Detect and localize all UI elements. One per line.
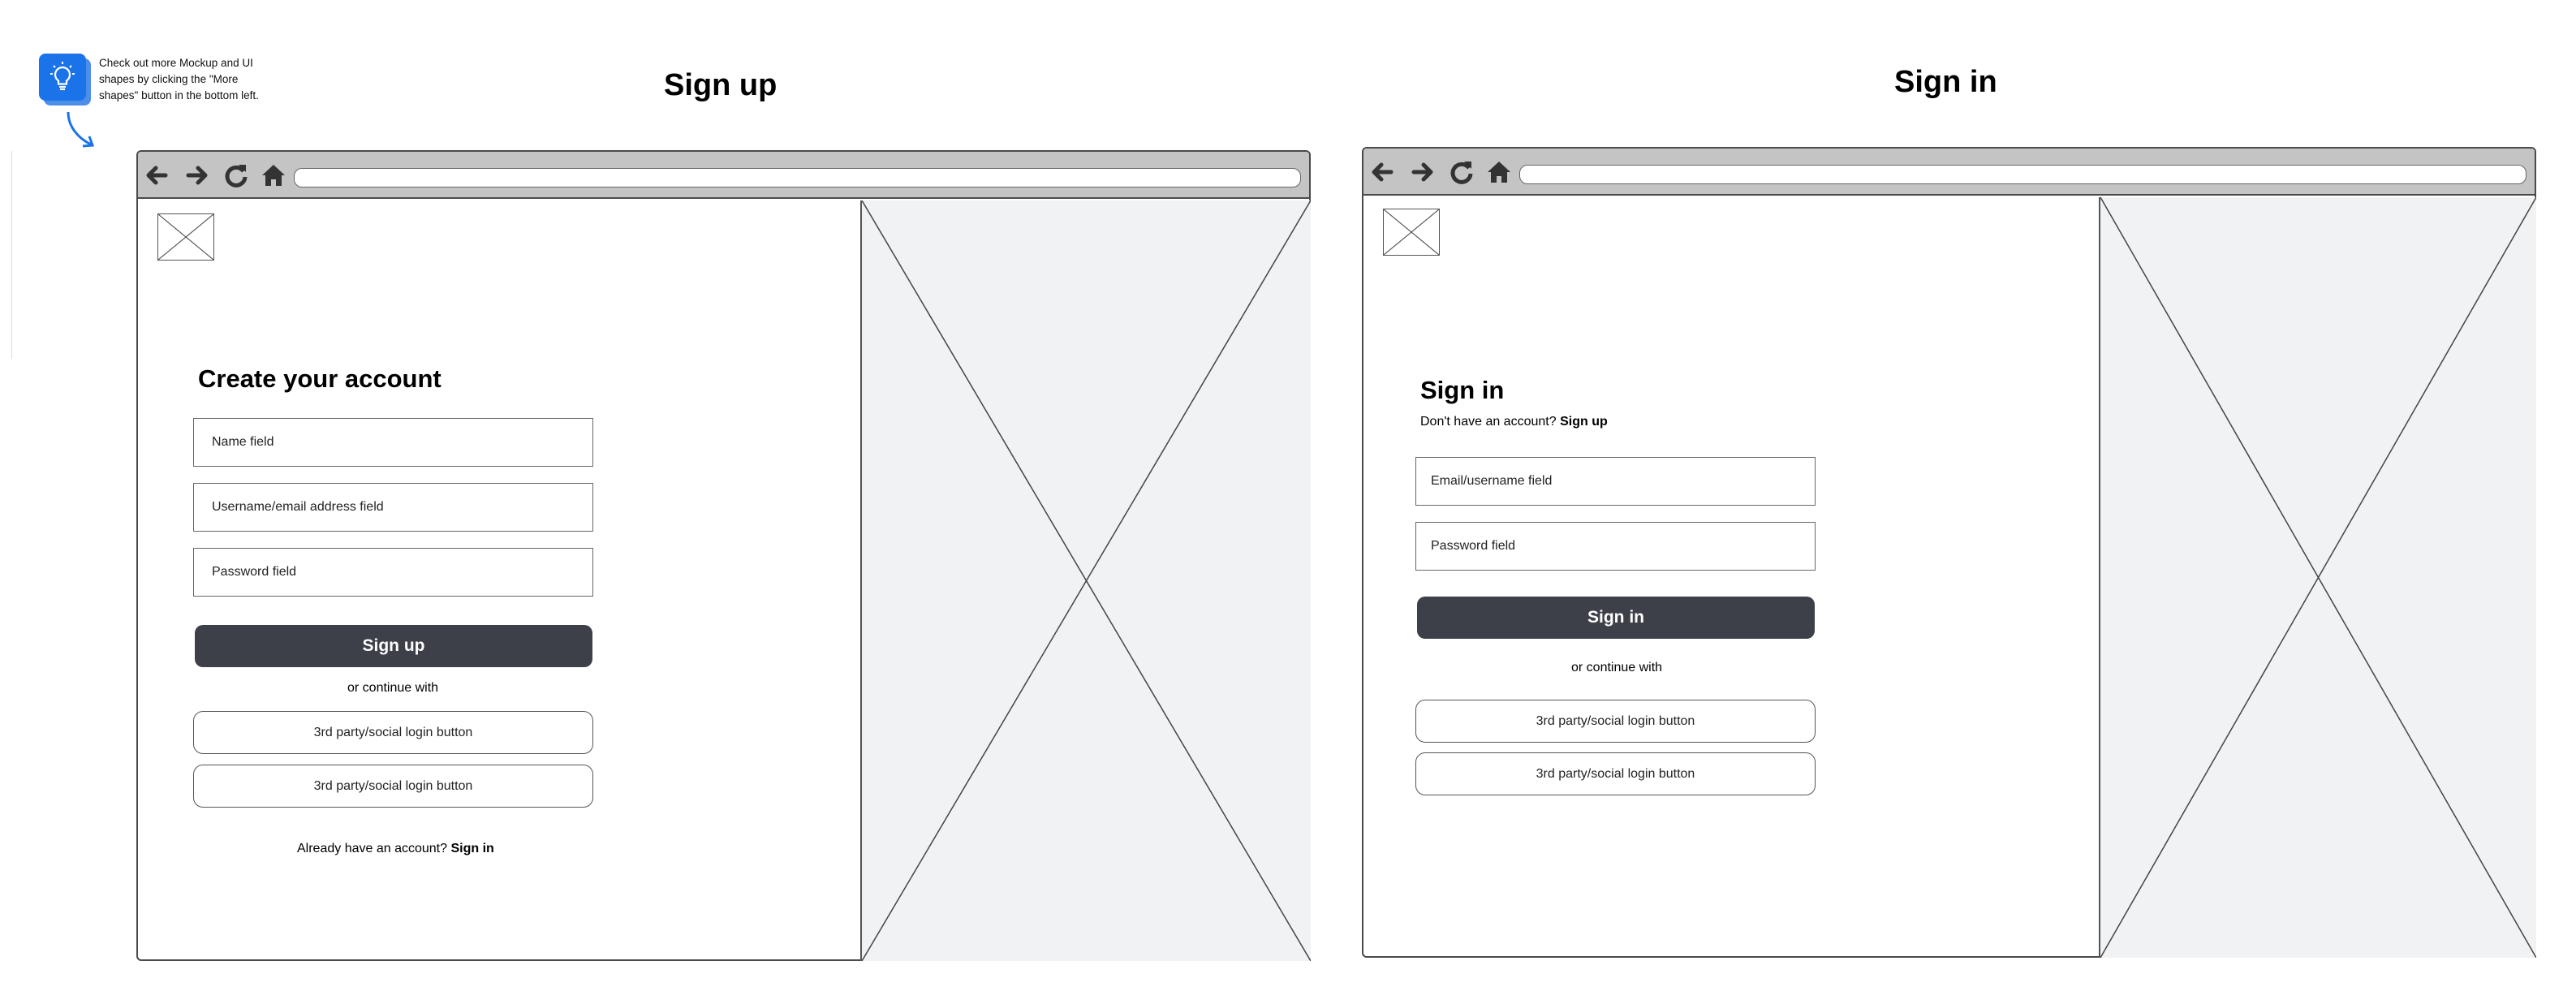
signin-button[interactable]: Sign in bbox=[1417, 597, 1815, 639]
signup-prompt-text: Don't have an account? bbox=[1420, 415, 1557, 429]
reload-icon[interactable] bbox=[1448, 158, 1475, 186]
canvas-edge-line bbox=[11, 151, 12, 359]
signup-heading: Create your account bbox=[198, 364, 442, 393]
home-icon[interactable] bbox=[1485, 158, 1513, 186]
signup-browser-window: Create your account Name field Username/… bbox=[136, 150, 1311, 961]
hero-image-placeholder bbox=[2099, 197, 2536, 958]
password-field[interactable]: Password field bbox=[1415, 522, 1816, 571]
social-login-button[interactable]: 3rd party/social login button bbox=[1415, 752, 1816, 795]
lightbulb-icon bbox=[50, 62, 75, 91]
email-username-field[interactable]: Email/username field bbox=[1415, 457, 1816, 506]
back-arrow-icon[interactable] bbox=[1368, 158, 1396, 186]
home-icon[interactable] bbox=[260, 162, 287, 189]
username-email-field[interactable]: Username/email address field bbox=[193, 483, 593, 532]
logo-placeholder bbox=[1383, 209, 1440, 256]
hero-image-placeholder bbox=[860, 200, 1311, 961]
tip-lightbulb-badge[interactable] bbox=[39, 54, 86, 101]
social-login-button[interactable]: 3rd party/social login button bbox=[193, 711, 593, 754]
signin-section-title: Sign in bbox=[1894, 65, 1997, 99]
back-arrow-icon[interactable] bbox=[143, 162, 170, 189]
social-login-button[interactable]: 3rd party/social login button bbox=[1415, 700, 1816, 743]
signup-section-title: Sign up bbox=[664, 68, 778, 102]
logo-placeholder bbox=[157, 213, 214, 261]
forward-arrow-icon[interactable] bbox=[1409, 158, 1437, 186]
password-field[interactable]: Password field bbox=[193, 548, 593, 597]
forward-arrow-icon[interactable] bbox=[183, 162, 211, 189]
signin-prompt: Already have an account? Sign in bbox=[297, 842, 494, 856]
signup-prompt: Don't have an account? Sign up bbox=[1420, 415, 1608, 429]
reload-icon[interactable] bbox=[222, 162, 250, 189]
tip-text: Check out more Mockup and UI shapes by c… bbox=[99, 57, 259, 101]
continue-with-text: or continue with bbox=[1571, 661, 1663, 674]
signup-button[interactable]: Sign up bbox=[195, 625, 592, 667]
continue-with-text: or continue with bbox=[347, 681, 439, 695]
signin-link[interactable]: Sign in bbox=[450, 842, 493, 855]
address-bar[interactable] bbox=[1519, 165, 2526, 184]
curved-arrow-icon bbox=[67, 111, 95, 148]
address-bar[interactable] bbox=[294, 168, 1301, 187]
signin-browser-window: Sign in Don't have an account? Sign up E… bbox=[1362, 147, 2536, 958]
signin-prompt-text: Already have an account? bbox=[297, 842, 448, 855]
name-field[interactable]: Name field bbox=[193, 418, 593, 467]
browser-toolbar bbox=[138, 152, 1309, 199]
signin-heading: Sign in bbox=[1420, 376, 1505, 404]
browser-toolbar bbox=[1363, 149, 2535, 196]
signup-link[interactable]: Sign up bbox=[1560, 415, 1608, 429]
social-login-button[interactable]: 3rd party/social login button bbox=[193, 765, 593, 808]
